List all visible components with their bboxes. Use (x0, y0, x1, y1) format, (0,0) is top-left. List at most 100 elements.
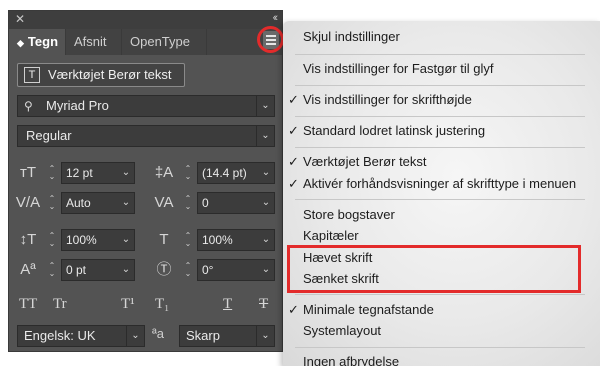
chevron-down-icon[interactable]: ⌄ (256, 126, 274, 146)
superscript-subscript-highlight (287, 245, 581, 293)
leading-stepper[interactable]: ⌃ ⌄ (181, 162, 195, 184)
antialias-dropdown[interactable]: Skarp ⌄ (179, 325, 275, 347)
tracking-field[interactable]: 0 ⌄ (197, 192, 275, 214)
check-icon: ✓ (288, 123, 299, 138)
menu-item-label: Standard lodret latinsk justering (303, 123, 486, 138)
check-icon: ✓ (288, 92, 299, 107)
kerning-value: Auto (66, 196, 91, 210)
collapse-icon[interactable]: ‹‹ (273, 12, 279, 24)
menu-separator (295, 147, 585, 148)
menu-item-label: Skjul indstillinger (303, 29, 400, 44)
tab-tegn-label: Tegn (27, 34, 59, 49)
vertical-scale-value: 100% (66, 233, 97, 247)
search-icon: ⚲ (24, 99, 33, 113)
tracking-value: 0 (202, 196, 209, 210)
touch-type-icon: T (24, 67, 40, 83)
rotation-stepper[interactable]: ⌃ ⌄ (181, 259, 195, 281)
leading-icon: ‡A (154, 164, 174, 181)
chevron-down-icon[interactable]: ⌄ (256, 96, 274, 116)
tab-afsnit[interactable]: Afsnit (66, 29, 122, 55)
horizontal-scale-stepper[interactable]: ⌃ ⌄ (181, 229, 195, 251)
menu-item-label: Minimale tegnafstande (303, 302, 434, 317)
baseline-shift-icon: Aª (20, 261, 36, 278)
chevron-down-icon[interactable]: ⌄ (118, 163, 134, 183)
antialias-icon: ªa (152, 326, 165, 341)
tab-tegn[interactable]: ◆ Tegn (9, 29, 66, 55)
chevron-down-icon[interactable]: ⌄ (118, 230, 134, 250)
antialias-value: Skarp (186, 328, 220, 343)
chevron-icon: ◆ (17, 38, 24, 48)
superscript-button[interactable]: T¹ (121, 293, 135, 315)
menu-item-label: Aktivér forhåndsvisninger af skrifttype … (303, 176, 577, 191)
horizontal-scale-value: 100% (202, 233, 233, 247)
panel-title-bar: ✕ ‹‹ (9, 11, 282, 29)
vertical-scale-field[interactable]: 100% ⌄ (61, 229, 135, 251)
font-size-field[interactable]: 12 pt ⌄ (61, 162, 135, 184)
font-size-stepper[interactable]: ⌃ ⌄ (45, 162, 59, 184)
menu-button-highlight-ring (257, 26, 284, 53)
vertical-scale-icon: ↕T (19, 231, 37, 248)
rotation-icon: Ⓣ (156, 261, 172, 278)
kerning-icon: V/A (15, 194, 41, 211)
baseline-shift-stepper[interactable]: ⌃ ⌄ (45, 259, 59, 281)
small-caps-button[interactable]: Tr (53, 293, 67, 315)
menu-item-label: Værktøjet Berør tekst (303, 154, 427, 169)
language-dropdown[interactable]: Engelsk: UK ⌄ (17, 325, 145, 347)
horizontal-scale-icon: T (159, 231, 169, 248)
character-panel: ✕ ‹‹ ◆ Tegn Afsnit OpenType T Værktøjet B… (8, 10, 284, 352)
leading-field[interactable]: (14.4 pt) ⌄ (197, 162, 275, 184)
horizontal-scale-field[interactable]: 100% ⌄ (197, 229, 275, 251)
menu-item-label: Kapitæler (303, 228, 359, 243)
baseline-shift-value: 0 pt (66, 263, 87, 277)
tracking-stepper[interactable]: ⌃ ⌄ (181, 192, 195, 214)
menu-separator (295, 199, 585, 200)
vertical-scale-stepper[interactable]: ⌃ ⌄ (45, 229, 59, 251)
chevron-down-icon[interactable]: ⌄ (118, 193, 134, 213)
tab-afsnit-label: Afsnit (74, 34, 107, 49)
font-style-value: Regular (26, 128, 72, 143)
kerning-field[interactable]: Auto ⌄ (61, 192, 135, 214)
close-icon[interactable]: ✕ (15, 12, 25, 26)
tracking-icon: VA (154, 194, 174, 211)
tab-opentype-label: OpenType (130, 34, 190, 49)
menu-item-label: Systemlayout (303, 323, 382, 338)
language-value: Engelsk: UK (24, 328, 96, 343)
menu-separator (295, 116, 585, 117)
chevron-down-icon[interactable]: ⌄ (258, 230, 274, 250)
font-size-icon: ᴛT (19, 164, 37, 181)
font-size-value: 12 pt (66, 166, 93, 180)
text-style-buttons: TT Tr T¹ T₁ T T (19, 293, 279, 315)
menu-separator (295, 54, 585, 55)
baseline-shift-field[interactable]: 0 pt ⌄ (61, 259, 135, 281)
kerning-stepper[interactable]: ⌃ ⌄ (45, 192, 59, 214)
menu-separator (295, 347, 585, 348)
panel-tabs: ◆ Tegn Afsnit OpenType (9, 29, 282, 55)
chevron-down-icon[interactable]: ⌄ (258, 193, 274, 213)
panel-flyout-menu: Skjul indstillinger Vis indstillinger fo… (283, 21, 600, 366)
menu-item-label: Vis indstillinger for skrifthøjde (303, 92, 472, 107)
font-family-value: Myriad Pro (46, 98, 109, 113)
check-icon: ✓ (288, 154, 299, 169)
touch-type-label: Værktøjet Berør tekst (48, 67, 172, 82)
check-icon: ✓ (288, 176, 299, 191)
font-family-dropdown[interactable]: ⚲ Myriad Pro ⌄ (17, 95, 275, 117)
touch-type-tool-button[interactable]: T Værktøjet Berør tekst (17, 63, 185, 87)
chevron-down-icon[interactable]: ⌄ (258, 163, 274, 183)
all-caps-button[interactable]: TT (19, 293, 37, 315)
chevron-down-icon[interactable]: ⌄ (258, 260, 274, 280)
tab-opentype[interactable]: OpenType (122, 29, 207, 55)
menu-separator (295, 294, 585, 295)
rotation-value: 0° (202, 263, 214, 277)
chevron-down-icon[interactable]: ⌄ (256, 326, 274, 346)
strikethrough-button[interactable]: T (259, 293, 268, 315)
font-style-dropdown[interactable]: Regular ⌄ (17, 125, 275, 147)
menu-separator (295, 85, 585, 86)
check-icon: ✓ (288, 302, 299, 317)
menu-item-label: Vis indstillinger for Fastgør til glyf (303, 61, 494, 76)
chevron-down-icon[interactable]: ⌄ (118, 260, 134, 280)
leading-value: (14.4 pt) (202, 166, 247, 180)
chevron-down-icon[interactable]: ⌄ (126, 326, 144, 346)
underline-button[interactable]: T (223, 293, 232, 315)
subscript-button[interactable]: T₁ (155, 293, 169, 315)
rotation-field[interactable]: 0° ⌄ (197, 259, 275, 281)
